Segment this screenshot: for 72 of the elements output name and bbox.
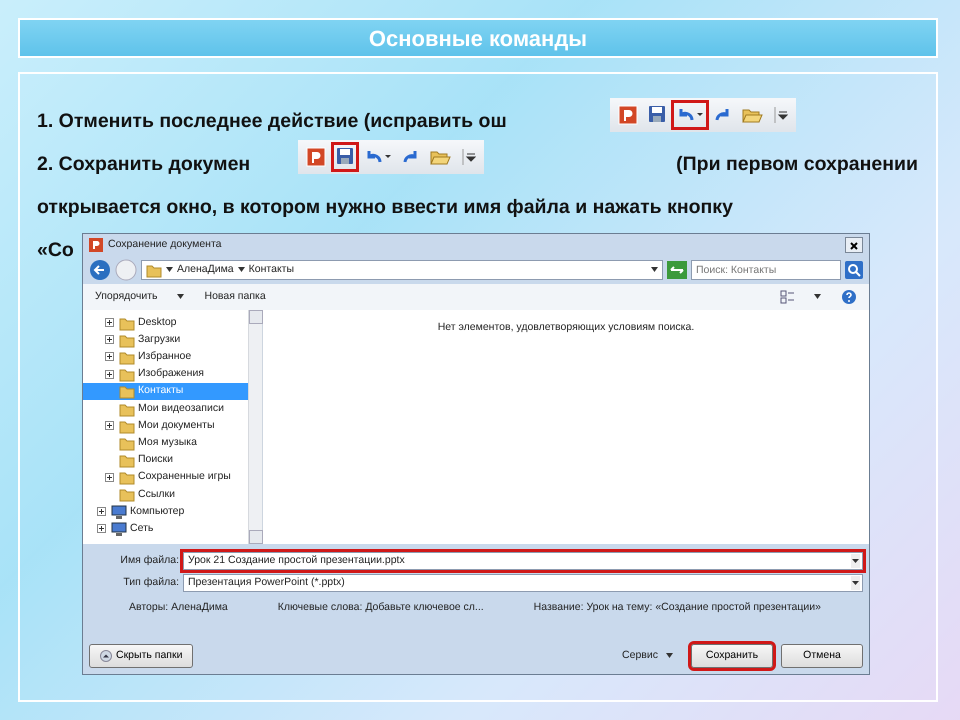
expand-icon[interactable] [105, 370, 114, 379]
field-label: Имя файла: [119, 553, 179, 568]
computer-icon [111, 520, 127, 537]
dialog-title: Сохранение документа [108, 237, 222, 252]
expand-icon[interactable] [105, 421, 114, 430]
toolbar-button[interactable]: Упорядочить [95, 289, 158, 305]
save-icon[interactable] [336, 147, 354, 167]
meta-value: Добавьте ключевое сл... [365, 601, 484, 614]
app-logo-icon [89, 238, 103, 252]
expand-icon[interactable] [105, 318, 114, 328]
address-bar[interactable]: АленаДима Контакты [141, 260, 663, 280]
text-line: 1. Отменить последнее действие (исправить ош [37, 108, 507, 134]
refresh-icon[interactable] [667, 261, 687, 279]
app-logo-icon[interactable] [306, 147, 326, 167]
text-line: «Со [37, 238, 74, 263]
close-icon[interactable] [850, 242, 858, 250]
slide-title: Основные команды [18, 18, 938, 58]
caret-icon [651, 267, 658, 273]
caret-icon [238, 267, 245, 273]
tree-item[interactable]: Desktop [83, 314, 248, 332]
collapse-icon [100, 650, 112, 662]
meta-label: Название: [534, 601, 585, 614]
field-label: Тип файла: [122, 575, 179, 590]
expand-icon[interactable] [97, 524, 106, 534]
tools-menu[interactable]: Сервис [622, 648, 658, 664]
tree-item[interactable]: Поиски [83, 452, 248, 469]
computer-icon [111, 504, 127, 520]
file-name-field[interactable]: Урок 21 Создание простой презентации.pptx [183, 552, 863, 570]
tree-item[interactable]: Сохраненные игры [83, 468, 248, 486]
text-line: (При первом сохранении [676, 152, 918, 177]
toolbar-button[interactable]: Новая папка [204, 289, 266, 305]
hide-folders-button[interactable]: Скрыть папки [89, 644, 194, 668]
tree-item[interactable]: Избранное [83, 348, 248, 366]
search-icon[interactable] [845, 261, 863, 279]
scrollbar[interactable] [248, 310, 262, 544]
caret-icon[interactable] [666, 653, 673, 659]
help-icon[interactable] [841, 289, 857, 305]
caret-icon [166, 267, 173, 273]
expand-icon[interactable] [97, 507, 106, 516]
caret-icon [177, 294, 184, 300]
customize-dropdown-icon[interactable] [462, 147, 476, 167]
tree-item[interactable]: Загрузки [83, 331, 248, 348]
app-logo-icon[interactable] [618, 105, 638, 125]
back-icon[interactable] [89, 259, 111, 281]
expand-icon[interactable] [105, 335, 114, 344]
tree-item[interactable]: Ссылки [83, 486, 248, 504]
caret-icon[interactable] [814, 294, 821, 300]
tree-item[interactable]: Изображения [83, 366, 248, 383]
file-type-field[interactable]: Презентация PowerPoint (*.pptx) [183, 574, 863, 592]
empty-message: Нет элементов, удовлетворяющих условиям поиска. [438, 320, 694, 335]
tree-item[interactable]: Сеть [83, 520, 248, 538]
view-icon[interactable] [780, 290, 794, 304]
text-line: 2. Сохранить докумен [37, 152, 250, 177]
tree-item[interactable]: Мои видеозаписи [83, 400, 248, 418]
text-line: открывается окно, в котором нужно ввести имя файла и нажать кнопку [37, 194, 733, 220]
tree-item[interactable]: Компьютер [83, 503, 248, 520]
save-icon[interactable] [648, 105, 666, 125]
expand-icon[interactable] [105, 352, 114, 362]
search-field[interactable]: Поиск: Контакты [691, 260, 841, 280]
dialog-button[interactable]: Отмена [781, 644, 863, 668]
close-button[interactable] [845, 237, 863, 253]
dialog-button[interactable]: Сохранить [691, 644, 773, 668]
meta-label: Ключевые слова: [278, 601, 364, 614]
meta-value: Урок на тему: «Создание простой презентации» [586, 601, 821, 614]
tree-item[interactable]: Моя музыка [83, 434, 248, 452]
breadcrumb-item[interactable]: Контакты [248, 262, 294, 278]
breadcrumb-item[interactable]: АленаДима [177, 262, 234, 278]
meta-label: Авторы: [129, 601, 170, 614]
tree-item[interactable]: Мои документы [83, 417, 248, 434]
meta-value: АленаДима [171, 601, 228, 614]
expand-icon[interactable] [105, 472, 114, 482]
customize-dropdown-icon[interactable] [774, 105, 788, 125]
